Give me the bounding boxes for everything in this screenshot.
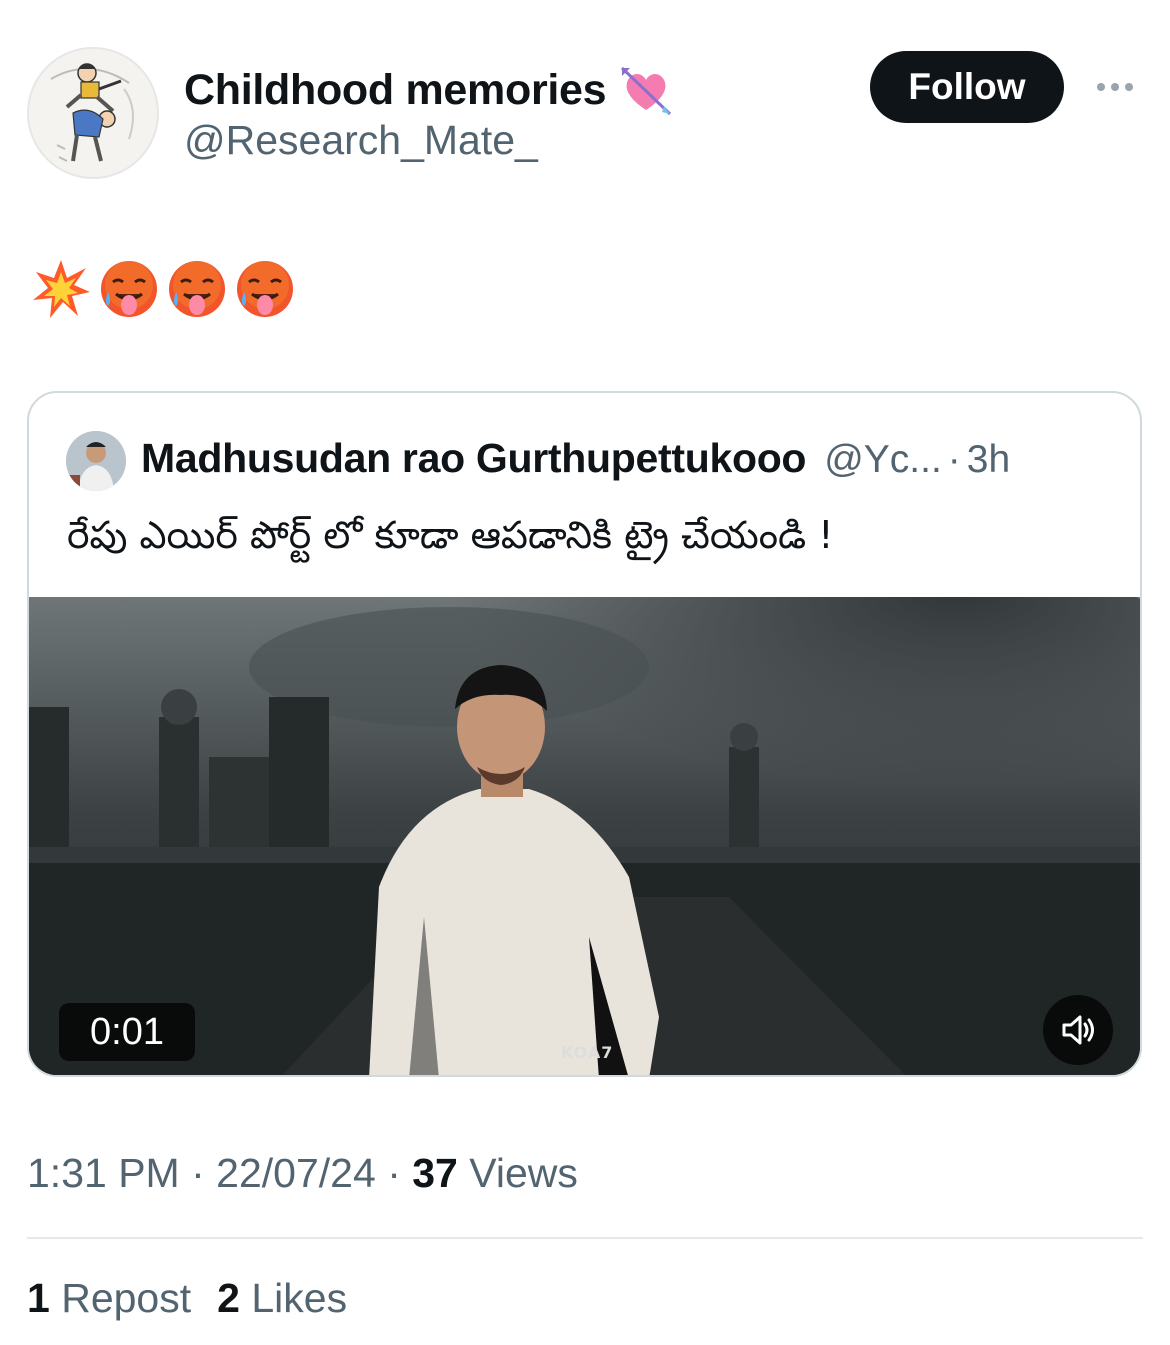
quoted-avatar-image xyxy=(66,431,126,491)
quoted-tweet-card[interactable]: Madhusudan rao Gurthupettukooo @Yc... · … xyxy=(27,391,1142,1077)
quoted-tweet-time[interactable]: 3h xyxy=(967,438,1010,482)
tweet-text xyxy=(30,256,296,322)
author-display-name[interactable]: Childhood memories xyxy=(184,62,674,118)
tweet-date[interactable]: 22/07/24 xyxy=(216,1150,376,1196)
more-dot xyxy=(1097,83,1105,91)
tweet-meta: 1:31 PM · 22/07/24 · 37 Views xyxy=(27,1150,578,1197)
video-frame xyxy=(29,597,1140,1075)
engagement-stats: 1 Repost 2 Likes xyxy=(27,1275,347,1322)
reposts-count: 1 xyxy=(27,1275,50,1321)
views-count: 37 xyxy=(412,1150,458,1196)
more-dot xyxy=(1111,83,1119,91)
views-label: Views xyxy=(469,1150,578,1196)
meta-separator: · xyxy=(191,1150,205,1196)
quoted-author-name[interactable]: Madhusudan rao Gurthupettukooo xyxy=(141,435,806,482)
header-separator: · xyxy=(947,438,961,481)
tweet-time[interactable]: 1:31 PM xyxy=(27,1150,180,1196)
video-player[interactable]: 0:01 KOA7 xyxy=(29,597,1140,1075)
speaker-icon[interactable] xyxy=(1043,995,1113,1065)
hot-face-icon xyxy=(169,261,225,317)
reposts-label: Repost xyxy=(61,1275,192,1321)
follow-button[interactable]: Follow xyxy=(870,51,1064,123)
quoted-author-handle[interactable]: @Yc... xyxy=(824,438,942,482)
more-options-icon[interactable] xyxy=(1090,74,1140,100)
quoted-tweet-text: రేపు ఎయిర్ పోర్ట్ లో కూడా ఆపడానికి ట్రై … xyxy=(67,513,834,557)
avatar-illustration xyxy=(29,49,157,177)
likes-label: Likes xyxy=(251,1275,348,1321)
meta-separator: · xyxy=(387,1150,401,1196)
author-handle[interactable]: @Research_Mate_ xyxy=(184,117,538,164)
likes-count: 2 xyxy=(217,1275,240,1321)
hot-face-icon xyxy=(101,261,157,317)
quoted-tweet-header: Madhusudan rao Gurthupettukooo @Yc... · … xyxy=(141,435,1010,482)
hot-face-icon xyxy=(237,261,293,317)
author-avatar[interactable] xyxy=(27,47,159,179)
quoted-author-avatar[interactable] xyxy=(66,431,126,491)
video-watermark: KOA7 xyxy=(561,1043,614,1062)
likes-stat[interactable]: 2 Likes xyxy=(217,1275,347,1322)
speaker-glyph xyxy=(1062,1015,1094,1045)
heart-with-arrow-icon xyxy=(621,66,672,116)
reposts-stat[interactable]: 1 Repost xyxy=(27,1275,191,1322)
collision-icon xyxy=(33,260,90,318)
divider xyxy=(27,1237,1143,1239)
video-time-badge: 0:01 xyxy=(59,1003,195,1061)
author-name-text: Childhood memories xyxy=(184,65,607,114)
more-dot xyxy=(1125,83,1133,91)
